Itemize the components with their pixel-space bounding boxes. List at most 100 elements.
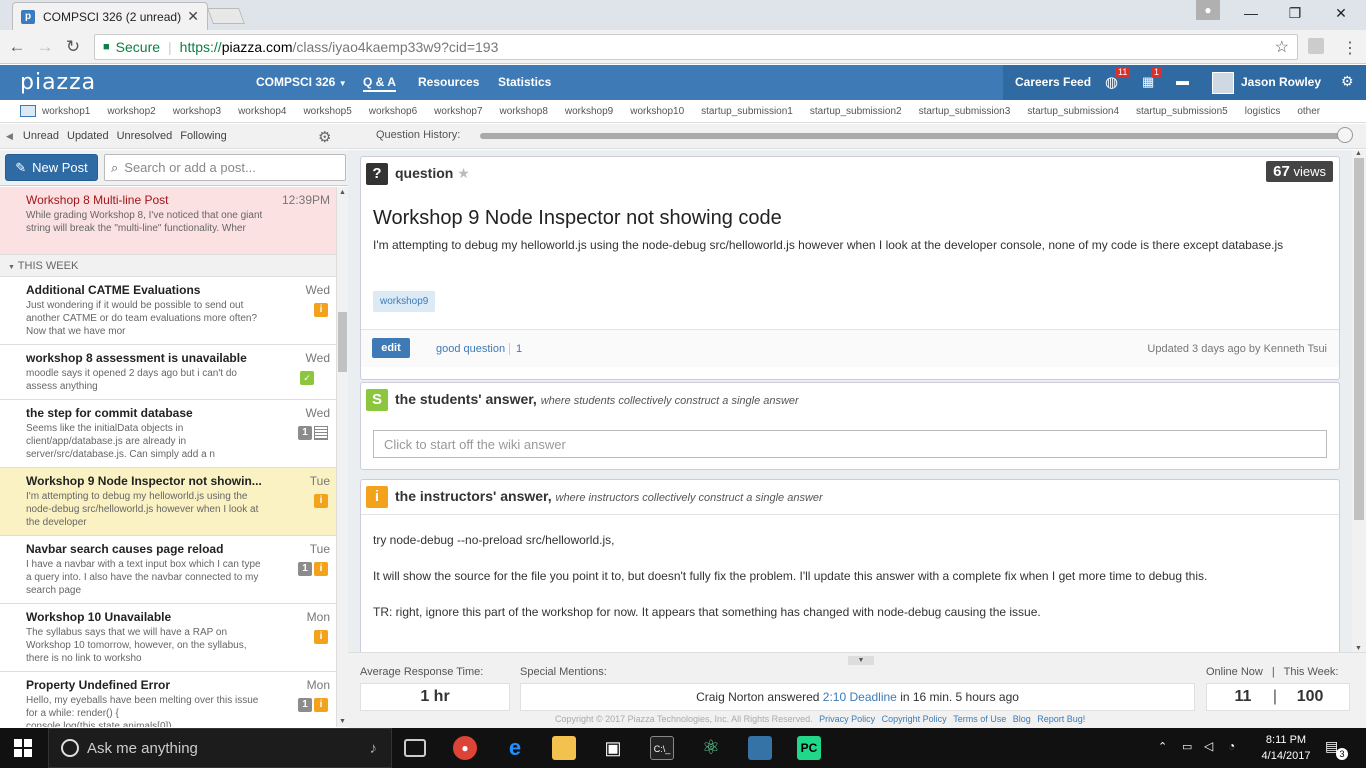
chat-icon[interactable]: ▬ xyxy=(1176,73,1189,88)
scroll-up-icon[interactable]: ▲ xyxy=(1355,150,1362,157)
list-item[interactable]: workshop 8 assessment is unavailable moo… xyxy=(0,345,336,400)
atom-icon[interactable]: ⚛ xyxy=(699,736,723,760)
star-icon[interactable]: ★ xyxy=(457,165,470,181)
scroll-down-icon[interactable]: ▼ xyxy=(1355,645,1362,652)
avatar[interactable] xyxy=(1212,72,1234,94)
folder-item[interactable]: workshop7 xyxy=(434,106,482,117)
edge-icon[interactable]: e xyxy=(503,736,527,760)
terminal-icon[interactable]: C:\_ xyxy=(650,736,674,760)
collapse-stats-icon[interactable]: ▼ xyxy=(848,656,874,665)
url-bar[interactable]: ■ Secure | https://piazza.com/class/iyao… xyxy=(94,34,1298,60)
list-item[interactable]: Workshop 8 Multi-line Post While grading… xyxy=(0,187,336,255)
folder-item[interactable]: startup_submission3 xyxy=(919,106,1011,117)
folder-item[interactable]: workshop2 xyxy=(107,106,155,117)
piazza-logo[interactable]: piazza xyxy=(20,70,96,95)
folder-item[interactable]: startup_submission2 xyxy=(810,106,902,117)
taskbar-clock[interactable]: 8:11 PM 4/14/2017 xyxy=(1254,732,1318,764)
folder-item[interactable]: workshop10 xyxy=(630,106,684,117)
footer-link[interactable]: Blog xyxy=(1013,714,1031,724)
folder-item[interactable]: workshop4 xyxy=(238,106,286,117)
back-arrow-icon[interactable]: ← xyxy=(6,36,28,58)
store-icon[interactable]: ▣ xyxy=(601,736,625,760)
chrome-icon[interactable]: ● xyxy=(453,736,477,760)
chrome-profile-icon[interactable]: ● xyxy=(1196,0,1220,20)
folder-item[interactable]: logistics xyxy=(1245,106,1281,117)
windows-start-icon[interactable] xyxy=(14,739,32,757)
filter-unresolved[interactable]: Unresolved xyxy=(117,130,173,142)
folder-item[interactable]: workshop8 xyxy=(500,106,548,117)
list-item[interactable]: Property Undefined Error Hello, my eyeba… xyxy=(0,672,336,727)
forward-arrow-icon[interactable]: → xyxy=(34,36,56,58)
calendar-badge: 1 xyxy=(1151,67,1163,78)
feed-scrollbar[interactable]: ▲ ▼ xyxy=(336,187,348,727)
scroll-down-icon[interactable]: ▼ xyxy=(339,718,346,725)
footer-link[interactable]: Terms of Use xyxy=(953,714,1006,724)
filter-gear-icon[interactable]: ⚙ xyxy=(318,128,331,146)
list-item[interactable]: the step for commit database Seems like … xyxy=(0,400,336,468)
folder-item[interactable]: startup_submission1 xyxy=(701,106,793,117)
reload-icon[interactable]: ↻ xyxy=(62,36,84,58)
content-scrollbar[interactable]: ▲ ▼ xyxy=(1352,150,1366,652)
folder-item[interactable]: startup_submission5 xyxy=(1136,106,1228,117)
microphone-icon[interactable]: ♪ xyxy=(370,740,378,757)
extension-icon[interactable] xyxy=(1308,38,1324,54)
settings-gear-icon[interactable]: ⚙ xyxy=(1341,73,1354,90)
wifi-icon[interactable]: ◔ xyxy=(1228,739,1235,753)
cortana-search[interactable]: Ask me anything ♪ xyxy=(48,728,392,768)
course-dropdown[interactable]: COMPSCI 326 ▼ xyxy=(256,75,347,89)
footer-link[interactable]: Report Bug! xyxy=(1037,714,1085,724)
file-explorer-icon[interactable] xyxy=(552,736,576,760)
folder-item[interactable]: startup_submission4 xyxy=(1027,106,1119,117)
folder-item[interactable]: other xyxy=(1297,106,1320,117)
folder-item[interactable]: workshop5 xyxy=(303,106,351,117)
history-slider-track[interactable] xyxy=(480,133,1342,139)
new-tab-button[interactable] xyxy=(207,8,245,24)
avg-response-label: Average Response Time: xyxy=(360,666,484,678)
folder-item[interactable]: workshop9 xyxy=(565,106,613,117)
tab-statistics[interactable]: Statistics xyxy=(498,75,551,89)
list-item[interactable]: Navbar search causes page reload I have … xyxy=(0,536,336,604)
footer-link[interactable]: Privacy Policy xyxy=(819,714,875,724)
filter-updated[interactable]: Updated xyxy=(67,130,109,142)
bookmark-star-icon[interactable]: ☆ xyxy=(1275,37,1289,57)
folder-icon[interactable] xyxy=(20,105,36,117)
scroll-up-icon[interactable]: ▲ xyxy=(339,189,346,196)
tab-resources[interactable]: Resources xyxy=(418,75,479,89)
battery-icon[interactable]: ▭ xyxy=(1182,740,1192,753)
collapse-left-icon[interactable]: ◀ xyxy=(6,131,13,142)
list-item[interactable]: Workshop 9 Node Inspector not showin... … xyxy=(0,468,336,536)
filter-unread[interactable]: Unread xyxy=(23,130,59,142)
show-hidden-icons-icon[interactable]: ⌃ xyxy=(1158,740,1167,753)
feed-scroll-thumb[interactable] xyxy=(338,312,347,372)
good-question-link[interactable]: good question xyxy=(436,343,505,355)
filter-following[interactable]: Following xyxy=(180,130,226,142)
browser-tab[interactable]: p COMPSCI 326 (2 unread) ✕ xyxy=(12,2,208,30)
close-tab-icon[interactable]: ✕ xyxy=(187,8,199,25)
new-post-button[interactable]: ✎ New Post xyxy=(5,154,98,181)
week-header[interactable]: ▼ THIS WEEK xyxy=(0,255,336,277)
tab-qa[interactable]: Q & A xyxy=(363,75,396,92)
list-item[interactable]: Additional CATME Evaluations Just wonder… xyxy=(0,277,336,345)
footer-link[interactable]: Copyright Policy xyxy=(882,714,947,724)
folder-item[interactable]: workshop3 xyxy=(173,106,221,117)
search-input[interactable]: ⌕ Search or add a post... xyxy=(104,154,346,181)
volume-icon[interactable]: ◁ xyxy=(1204,739,1213,753)
window-close-icon[interactable]: ✕ xyxy=(1318,4,1364,24)
history-slider-handle[interactable] xyxy=(1337,127,1353,143)
pycharm-icon[interactable]: PC xyxy=(797,736,821,760)
careers-feed-link[interactable]: Careers Feed xyxy=(1015,75,1091,89)
list-item[interactable]: Workshop 10 Unavailable The syllabus say… xyxy=(0,604,336,672)
wiki-answer-input[interactable]: Click to start off the wiki answer xyxy=(373,430,1327,458)
maximize-icon[interactable]: ❐ xyxy=(1272,4,1318,24)
folder-item[interactable]: workshop6 xyxy=(369,106,417,117)
content-scroll-thumb[interactable] xyxy=(1354,158,1364,520)
edit-button[interactable]: edit xyxy=(372,338,410,358)
folder-item[interactable]: workshop1 xyxy=(42,106,90,117)
chrome-menu-icon[interactable]: ⋮ xyxy=(1342,38,1358,58)
task-view-icon[interactable] xyxy=(404,739,426,757)
python-icon[interactable] xyxy=(748,736,772,760)
minimize-icon[interactable]: — xyxy=(1228,4,1274,24)
folder-tag[interactable]: workshop9 xyxy=(373,291,436,312)
user-name[interactable]: Jason Rowley xyxy=(1241,75,1321,89)
mention-link[interactable]: 2:10 Deadline xyxy=(823,690,897,704)
